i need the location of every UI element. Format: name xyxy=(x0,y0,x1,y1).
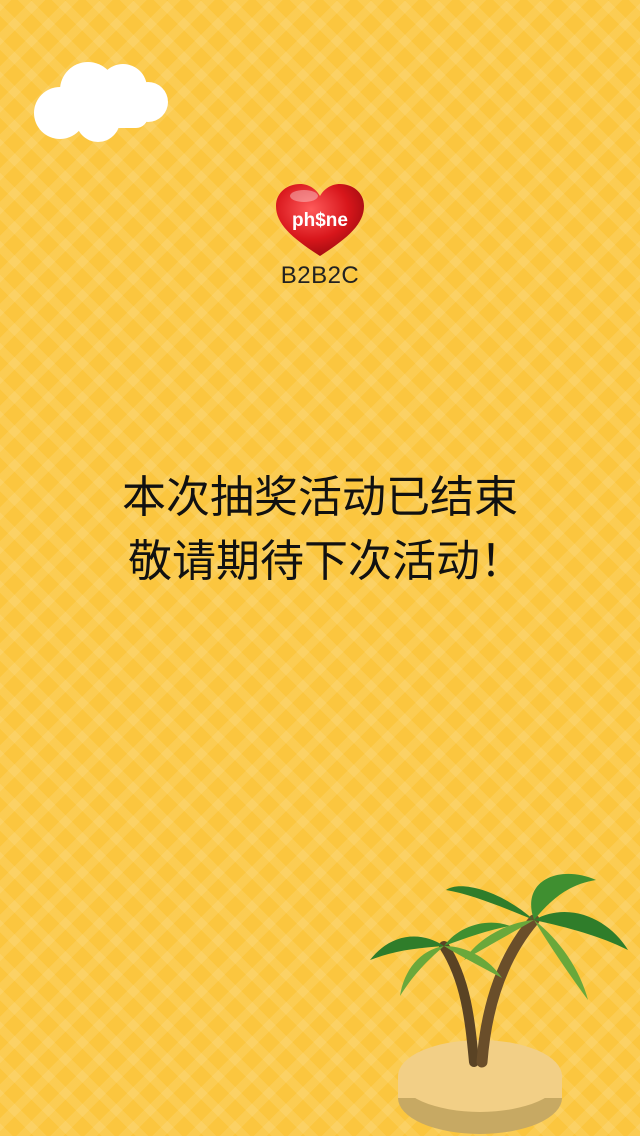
palm-island-icon xyxy=(370,873,628,1134)
cloud-icon xyxy=(34,62,168,142)
message-block: 本次抽奖活动已结束 敬请期待下次活动！ xyxy=(0,466,640,594)
brand-subtitle: B2B2C xyxy=(280,262,360,289)
brand-block: ph$ne B2B2C xyxy=(0,182,640,290)
message-line-2: 敬请期待下次活动！ xyxy=(128,536,524,587)
logo-text: ph$ne xyxy=(292,210,348,231)
message-line-1: 本次抽奖活动已结束 xyxy=(122,472,518,523)
phone-heart-logo-icon: ph$ne xyxy=(276,184,364,256)
